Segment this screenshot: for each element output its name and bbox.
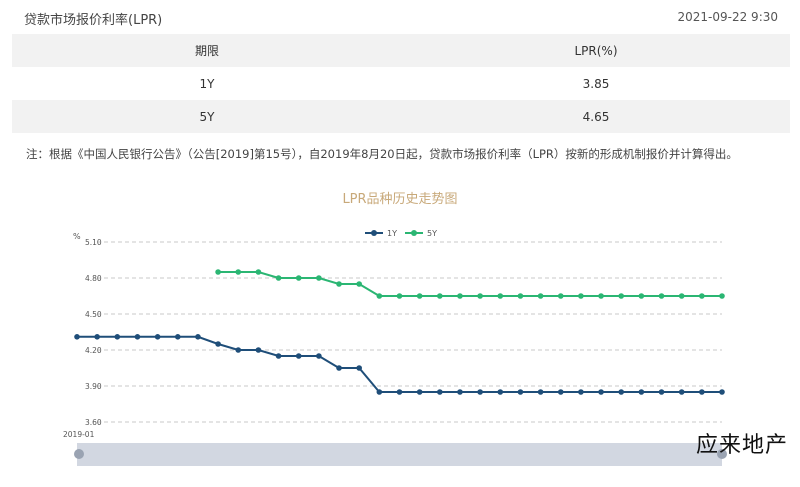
data-point-1Y xyxy=(316,353,322,359)
data-point-1Y xyxy=(699,389,705,395)
data-point-1Y xyxy=(174,334,181,340)
data-point-5Y xyxy=(316,275,322,281)
data-point-1Y xyxy=(275,353,282,359)
lpr-history-chart: LPR品种历史走势图 1Y 5Y% 5.10 4.80 4.50 4.20 3.90 3.60 2… xyxy=(63,191,727,466)
data-point-5Y xyxy=(658,293,665,299)
data-point-1Y xyxy=(477,389,483,395)
x-start-label: 2019-01 xyxy=(63,430,95,439)
timestamp: 2021-09-22 9:30 xyxy=(677,10,779,24)
data-point-1Y xyxy=(255,347,262,353)
series-line-5Y xyxy=(218,271,722,297)
data-point-1Y xyxy=(658,389,665,395)
data-point-1Y xyxy=(598,389,604,395)
zoom-handle-left[interactable] xyxy=(74,449,84,459)
data-point-5Y xyxy=(356,281,362,287)
data-point-1Y xyxy=(114,334,121,340)
data-point-1Y xyxy=(678,389,685,395)
table-row: 5Y 4.65 xyxy=(12,100,790,133)
y-tick-label: 4.50 xyxy=(85,310,102,319)
data-point-5Y xyxy=(517,293,524,299)
series-line-1Y xyxy=(77,335,722,393)
data-point-5Y xyxy=(416,293,423,299)
page-title: 贷款市场报价利率(LPR) xyxy=(24,13,163,28)
data-point-1Y xyxy=(376,389,383,395)
data-point-5Y xyxy=(336,281,342,287)
data-point-5Y xyxy=(396,293,403,299)
column-header-rate: LPR(%) xyxy=(574,43,618,58)
data-point-5Y xyxy=(437,293,443,299)
data-point-1Y xyxy=(74,334,80,340)
rate-cell: 4.65 xyxy=(582,109,610,124)
y-tick-label: 5.10 xyxy=(85,238,102,247)
y-tick-label: 4.80 xyxy=(85,274,102,283)
data-point-1Y xyxy=(154,334,161,340)
y-tick-label: 3.60 xyxy=(85,418,102,427)
data-point-5Y xyxy=(457,293,463,299)
data-point-1Y xyxy=(517,389,524,395)
data-point-1Y xyxy=(578,389,584,395)
chart-title: LPR品种历史走势图 xyxy=(342,191,457,207)
table-header-row: 期限 LPR(%) xyxy=(12,34,790,67)
data-point-1Y xyxy=(295,353,302,359)
data-point-1Y xyxy=(638,389,645,395)
data-point-5Y xyxy=(598,293,604,299)
data-point-1Y xyxy=(437,389,443,395)
lpr-table: 期限 LPR(%) 1Y 3.85 5Y 4.65 xyxy=(12,34,790,133)
term-cell: 5Y xyxy=(199,109,215,124)
rate-cell: 3.85 xyxy=(582,76,610,91)
data-point-1Y xyxy=(215,341,221,347)
data-point-5Y xyxy=(497,293,504,299)
data-point-5Y xyxy=(699,293,705,299)
data-point-1Y xyxy=(719,389,725,395)
footnote: 注：根据《中国人民银行公告》（公告[2019]第15号），自2019年8月20日… xyxy=(26,147,738,161)
data-point-1Y xyxy=(235,347,242,353)
table-row: 1Y 3.85 xyxy=(12,67,790,100)
data-point-5Y xyxy=(477,293,483,299)
y-axis-unit: % xyxy=(73,232,81,241)
data-point-5Y xyxy=(376,293,383,299)
data-point-5Y xyxy=(719,293,725,299)
data-point-1Y xyxy=(497,389,504,395)
zoom-slider-window[interactable] xyxy=(77,443,722,466)
watermark-text: 应来地产 xyxy=(695,433,788,458)
data-point-1Y xyxy=(618,389,625,395)
data-point-5Y xyxy=(255,269,262,275)
data-point-1Y xyxy=(134,334,141,340)
legend-marker xyxy=(371,230,377,236)
data-point-5Y xyxy=(638,293,645,299)
data-point-1Y xyxy=(416,389,423,395)
data-point-1Y xyxy=(537,389,544,395)
data-point-1Y xyxy=(356,365,362,371)
y-tick-label: 3.90 xyxy=(85,382,102,391)
data-point-5Y xyxy=(235,269,242,275)
data-point-1Y xyxy=(94,334,100,340)
column-header-term: 期限 xyxy=(194,44,219,58)
data-point-5Y xyxy=(295,275,302,281)
legend-marker xyxy=(411,230,417,236)
data-point-1Y xyxy=(336,365,342,371)
data-point-5Y xyxy=(618,293,625,299)
data-point-5Y xyxy=(537,293,544,299)
data-point-5Y xyxy=(678,293,685,299)
header: 贷款市场报价利率(LPR) 2021-09-22 9:30 xyxy=(0,0,800,34)
term-cell: 1Y xyxy=(199,76,215,91)
y-tick-label: 4.20 xyxy=(85,346,102,355)
data-point-1Y xyxy=(195,334,201,340)
data-point-1Y xyxy=(557,389,564,395)
data-point-5Y xyxy=(275,275,282,281)
data-point-5Y xyxy=(215,269,221,275)
data-point-1Y xyxy=(396,389,403,395)
legend-label: 1Y xyxy=(387,229,397,238)
data-point-5Y xyxy=(578,293,584,299)
data-point-5Y xyxy=(557,293,564,299)
legend-label: 5Y xyxy=(427,229,437,238)
data-point-1Y xyxy=(457,389,463,395)
